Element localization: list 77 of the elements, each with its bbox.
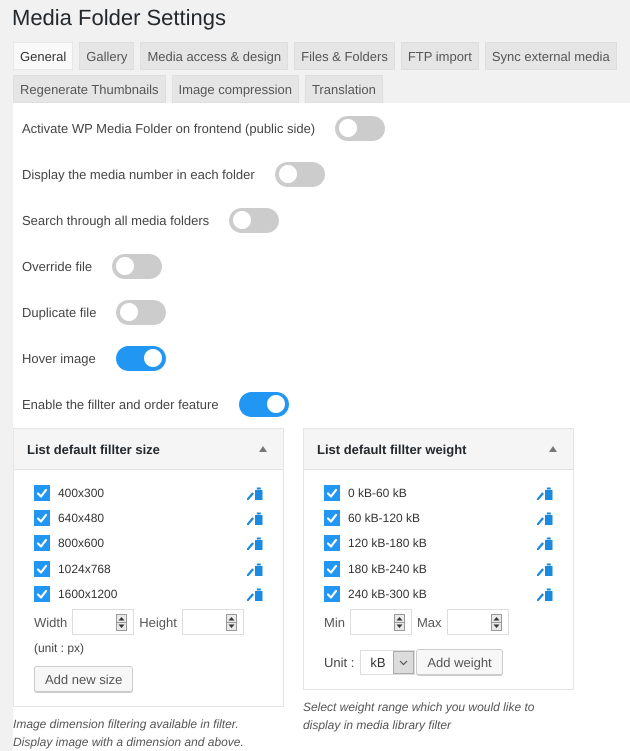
number-field[interactable] xyxy=(182,609,244,636)
option-label: 640x480 xyxy=(58,510,104,525)
setting-label: Override file xyxy=(22,258,92,274)
setting-label: Duplicate file xyxy=(22,304,96,320)
option-label: 1600x1200 xyxy=(58,586,118,601)
field-label: Max xyxy=(416,614,442,630)
unit-note: (unit : px) xyxy=(34,640,86,656)
setting-label: Hover image xyxy=(22,350,96,366)
pencil-bin-icon[interactable] xyxy=(537,510,553,525)
toggle-switch[interactable] xyxy=(238,392,289,416)
checkbox[interactable] xyxy=(34,560,50,577)
spin-arrows-icon[interactable] xyxy=(490,614,502,631)
pencil-bin-icon[interactable] xyxy=(537,486,553,500)
tab[interactable]: General xyxy=(13,42,74,70)
toggle-switch[interactable] xyxy=(274,162,325,186)
tab[interactable]: FTP import xyxy=(400,42,479,70)
tab[interactable]: Regenerate Thumbnails xyxy=(13,75,166,103)
tab[interactable]: Translation xyxy=(304,75,383,103)
number-field[interactable] xyxy=(350,609,412,636)
checkbox[interactable] xyxy=(324,484,340,501)
option-label: 0 kB-60 kB xyxy=(348,486,407,500)
pencil-bin-icon[interactable] xyxy=(537,586,553,601)
pencil-bin-icon[interactable] xyxy=(247,586,263,601)
toggle-switch[interactable] xyxy=(116,300,166,324)
pencil-bin-icon[interactable] xyxy=(247,510,263,525)
checkbox[interactable] xyxy=(34,586,50,602)
panel-title: List default fillter weight xyxy=(317,442,467,456)
spin-arrows-icon[interactable] xyxy=(116,614,128,631)
setting-label: Display the media number in each folder xyxy=(22,166,255,182)
field-label: Width xyxy=(34,614,68,630)
option-label: 240 kB-300 kB xyxy=(348,586,427,601)
spin-arrows-icon[interactable] xyxy=(226,614,237,631)
toggle-switch[interactable] xyxy=(335,116,386,140)
collapse-arrow-icon[interactable] xyxy=(259,446,267,452)
panel-caption: Select weight range which you would like to display in media library filter xyxy=(303,699,536,734)
tab[interactable]: Image compression xyxy=(172,75,299,103)
option-label: 120 kB-180 kB xyxy=(348,536,427,550)
checkbox[interactable] xyxy=(324,586,340,602)
panel-title: List default fillter size xyxy=(27,442,160,456)
tab[interactable]: Files & Folders xyxy=(294,42,395,70)
field-label: Height xyxy=(139,614,177,630)
checkbox[interactable] xyxy=(324,535,340,552)
pencil-bin-icon[interactable] xyxy=(537,562,553,576)
option-label: 1024x768 xyxy=(58,562,111,576)
tab[interactable]: Sync external media xyxy=(484,42,617,70)
checkbox[interactable] xyxy=(324,560,340,577)
setting-label: Enable the fillter and order feature xyxy=(22,396,219,412)
option-label: 180 kB-240 kB xyxy=(348,562,427,576)
toggle-switch[interactable] xyxy=(116,346,166,370)
spin-arrows-icon[interactable] xyxy=(394,614,405,631)
checkbox[interactable] xyxy=(34,535,50,552)
add-button[interactable]: Add weight xyxy=(416,649,503,676)
number-field[interactable] xyxy=(72,609,134,636)
option-label: 800x600 xyxy=(58,536,104,550)
pencil-bin-icon[interactable] xyxy=(537,536,553,550)
checkbox[interactable] xyxy=(34,510,50,526)
option-label: 60 kB-120 kB xyxy=(348,510,420,525)
pencil-bin-icon[interactable] xyxy=(247,536,263,550)
pencil-bin-icon[interactable] xyxy=(247,562,263,576)
option-label: 400x300 xyxy=(58,486,104,500)
field-label: Min xyxy=(324,614,345,630)
number-field[interactable] xyxy=(446,609,509,636)
toggle-switch[interactable] xyxy=(112,254,162,278)
add-button[interactable]: Add new size xyxy=(34,666,134,692)
setting-label: Search through all media folders xyxy=(22,212,210,228)
toggle-switch[interactable] xyxy=(229,208,280,232)
pencil-bin-icon[interactable] xyxy=(247,486,263,500)
panel-caption: Image dimension filtering available in filter. Display image with a dimension and above. xyxy=(13,716,245,751)
collapse-arrow-icon[interactable] xyxy=(549,446,557,452)
page-title: Media Folder Settings xyxy=(11,4,227,32)
unit-label: Unit : xyxy=(324,654,354,670)
checkbox[interactable] xyxy=(324,510,340,526)
unit-select[interactable]: kB xyxy=(360,650,416,675)
setting-label: Activate WP Media Folder on frontend (public side) xyxy=(22,120,316,136)
tab[interactable]: Gallery xyxy=(79,42,134,70)
checkbox[interactable] xyxy=(34,484,50,501)
tab[interactable]: Media access & design xyxy=(140,42,288,70)
